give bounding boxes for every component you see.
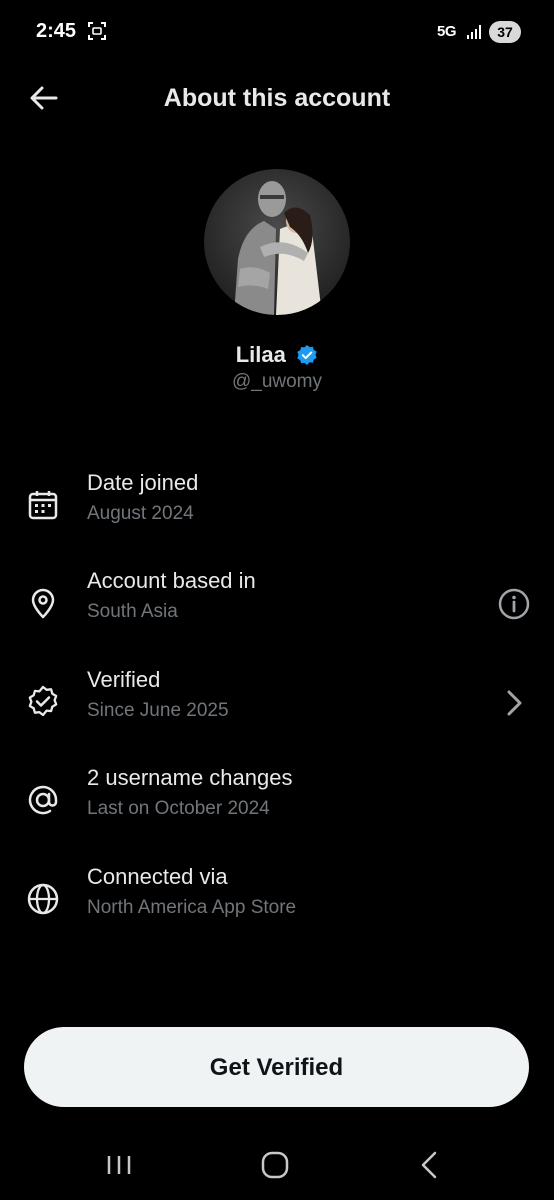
info-icon[interactable] xyxy=(498,588,530,620)
row-sub: North America App Store xyxy=(87,897,297,918)
profile-name: Lilaa xyxy=(235,342,286,367)
row-sub: August 2024 xyxy=(87,503,194,524)
row-label: Account based in xyxy=(87,568,256,593)
chevron-right-icon[interactable] xyxy=(498,687,530,719)
battery-indicator: 37 xyxy=(489,21,521,43)
row-label: 2 username changes xyxy=(87,765,293,790)
globe-icon xyxy=(27,883,59,915)
status-time: 2:45 xyxy=(36,20,77,42)
row-date-joined: Date joined August 2024 xyxy=(0,468,554,540)
avatar-image xyxy=(204,169,350,315)
row-username-changes: 2 username changes Last on October 2024 xyxy=(0,763,554,835)
home-icon[interactable] xyxy=(258,1148,292,1182)
row-sub: Last on October 2024 xyxy=(87,798,270,819)
row-sub: South Asia xyxy=(87,601,178,622)
row-connected-via: Connected via North America App Store xyxy=(0,862,554,934)
row-account-based-in: Account based in South Asia xyxy=(0,566,554,638)
system-nav-bar xyxy=(0,1130,554,1200)
at-sign-icon xyxy=(28,785,58,815)
row-sub: Since June 2025 xyxy=(87,700,229,721)
profile-handle: @_uwomy xyxy=(231,371,323,392)
page-title: About this account xyxy=(163,84,391,112)
profile-name-row: Lilaa xyxy=(0,342,554,368)
back-nav-icon[interactable] xyxy=(413,1148,447,1182)
row-label: Verified xyxy=(87,667,161,692)
calendar-icon xyxy=(28,491,58,520)
header: About this account xyxy=(0,70,554,126)
verified-badge-icon[interactable] xyxy=(296,344,318,366)
avatar[interactable] xyxy=(204,169,350,315)
status-bar: 2:45 5G 37 xyxy=(0,0,554,64)
get-verified-button[interactable]: Get Verified xyxy=(24,1027,529,1107)
row-label: Connected via xyxy=(87,864,228,889)
recent-apps-icon[interactable] xyxy=(102,1148,136,1182)
signal-icon xyxy=(467,25,481,39)
network-type: 5G xyxy=(437,23,457,40)
row-verified[interactable]: Verified Since June 2025 xyxy=(0,665,554,737)
row-label: Date joined xyxy=(87,470,199,495)
screenshot-icon xyxy=(88,22,106,40)
verified-check-icon xyxy=(28,685,58,717)
location-pin-icon xyxy=(31,588,55,619)
